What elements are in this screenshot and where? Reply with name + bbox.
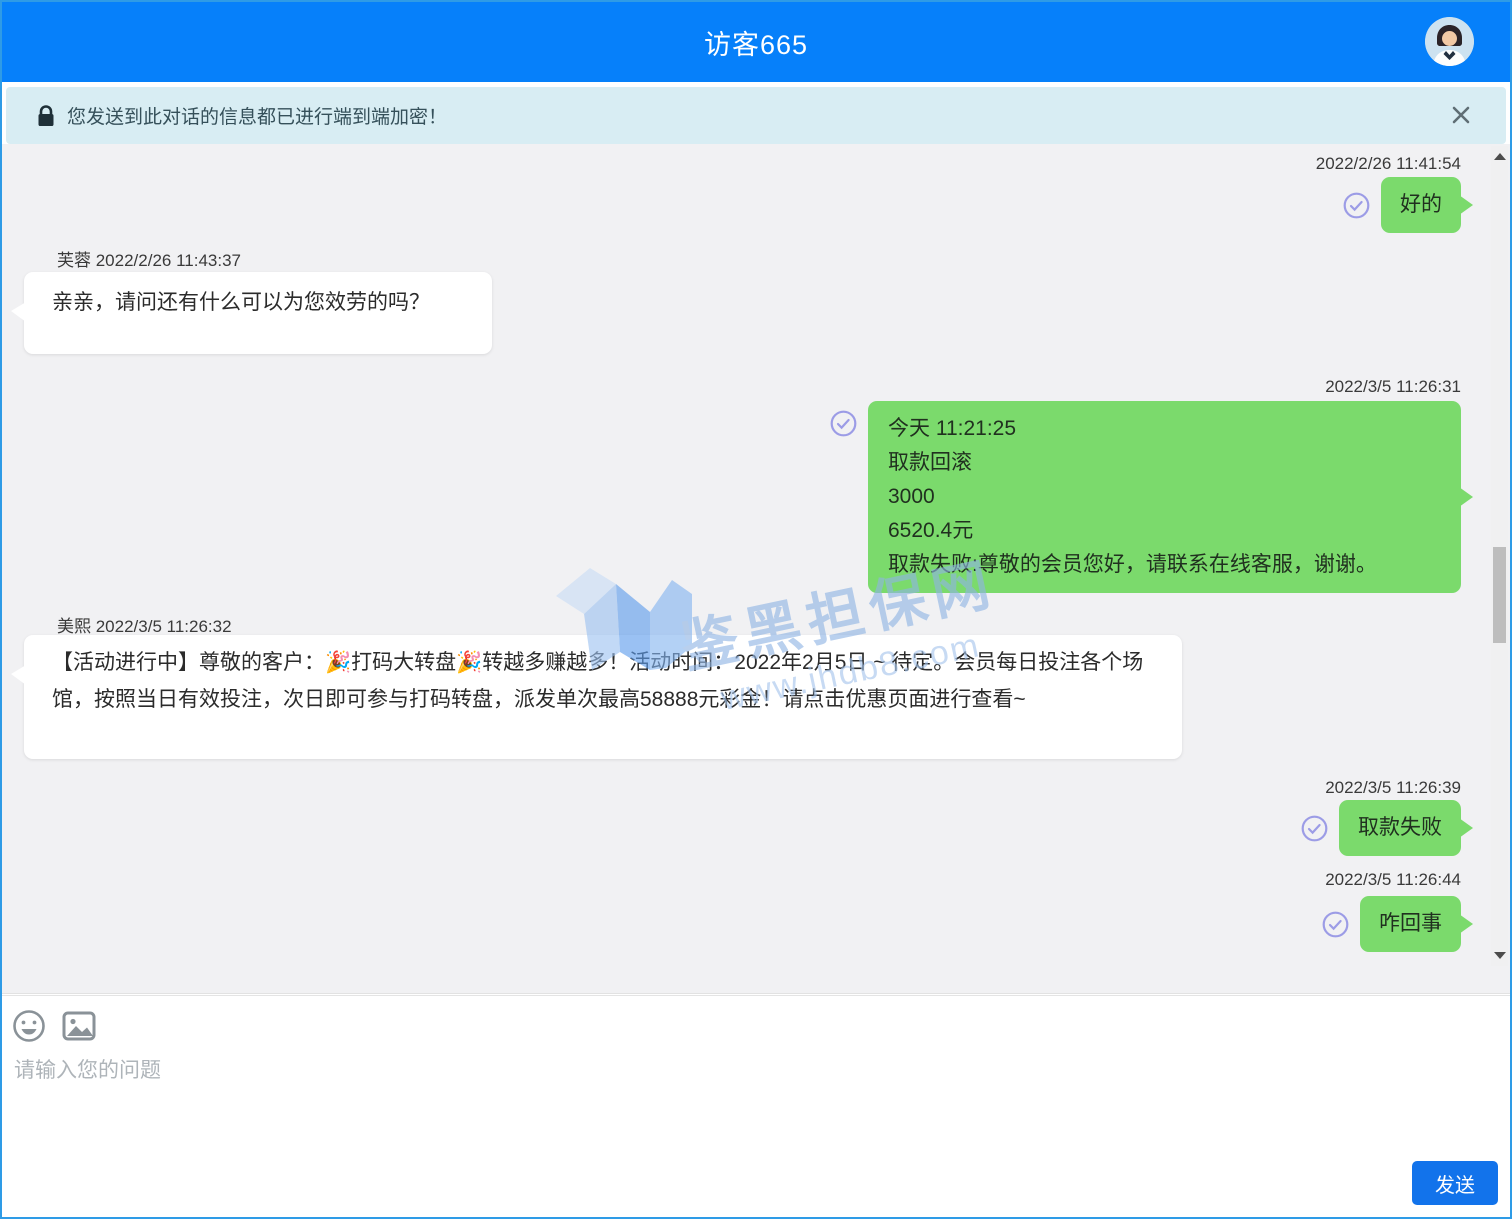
sender-label: 芙蓉 2022/2/26 11:43:37	[57, 246, 241, 271]
encryption-text: 您发送到此对话的信息都已进行端到端加密！	[67, 102, 447, 129]
outgoing-message: 咋回事	[1322, 896, 1461, 952]
message-timestamp: 2022/3/5 11:26:39	[1325, 778, 1461, 798]
composer: 发送	[2, 995, 1510, 1217]
lock-icon	[37, 105, 55, 127]
message-text: 3000	[888, 480, 1441, 514]
message-text: 亲亲，请问还有什么可以为您效劳的吗？	[52, 291, 430, 314]
emoji-icon[interactable]	[12, 1009, 46, 1043]
message-bubble: 好的	[1381, 177, 1461, 233]
message-bubble: 咋回事	[1360, 896, 1461, 952]
incoming-message-bubble: 亲亲，请问还有什么可以为您效劳的吗？	[24, 272, 492, 354]
message-bubble: 取款失败	[1339, 800, 1461, 856]
message-list[interactable]: 2022/2/26 11:41:54 好的 芙蓉 2022/2/26 11:43…	[2, 144, 1510, 994]
scroll-up-icon[interactable]	[1491, 148, 1508, 165]
agent-avatar-icon	[1425, 17, 1474, 66]
send-button[interactable]: 发送	[1412, 1161, 1498, 1205]
message-text: 6520.4元	[888, 514, 1441, 548]
sent-check-icon	[830, 410, 857, 437]
scrollbar-thumb[interactable]	[1493, 547, 1506, 643]
close-icon[interactable]	[1442, 96, 1480, 134]
sent-check-icon	[1343, 192, 1370, 219]
message-timestamp: 2022/3/5 11:26:44	[1325, 870, 1461, 890]
message-text: 取款失败	[1358, 811, 1442, 845]
message-timestamp: 2022/3/5 11:26:31	[1325, 377, 1461, 397]
message-text: 今天 11:21:25	[888, 412, 1441, 446]
chat-header: 访客665	[2, 2, 1510, 82]
chat-scrollbar[interactable]	[1491, 146, 1508, 966]
image-upload-icon[interactable]	[62, 1009, 96, 1043]
message-timestamp: 2022/2/26 11:41:54	[1316, 154, 1461, 174]
outgoing-message: 好的	[1343, 177, 1461, 233]
outgoing-message: 取款失败	[1301, 800, 1461, 856]
scroll-down-icon[interactable]	[1491, 947, 1508, 964]
encryption-banner: 您发送到此对话的信息都已进行端到端加密！	[6, 87, 1506, 144]
message-text: 【活动进行中】尊敬的客户：🎉打码大转盘🎉转越多赚越多！活动时间：2022年2月5…	[52, 651, 1143, 711]
visitor-title: 访客665	[704, 23, 808, 62]
message-text: 好的	[1400, 188, 1442, 222]
sender-label: 美熙 2022/3/5 11:26:32	[57, 612, 232, 637]
chat-window: 访客665 您发送到此对话的信息都已进行端到端加密！ 2022/2/26 11:	[0, 0, 1512, 1219]
agent-avatar	[1425, 17, 1474, 66]
message-text: 取款失败:尊敬的会员您好，请联系在线客服，谢谢。	[888, 548, 1441, 582]
message-bubble: 今天 11:21:25 取款回滚 3000 6520.4元 取款失败:尊敬的会员…	[868, 401, 1461, 593]
sent-check-icon	[1301, 815, 1328, 842]
message-text: 取款回滚	[888, 446, 1441, 480]
outgoing-message: 今天 11:21:25 取款回滚 3000 6520.4元 取款失败:尊敬的会员…	[830, 401, 1461, 593]
message-text: 咋回事	[1379, 907, 1442, 941]
message-input[interactable]	[14, 1054, 1334, 1194]
incoming-message-bubble: 【活动进行中】尊敬的客户：🎉打码大转盘🎉转越多赚越多！活动时间：2022年2月5…	[24, 635, 1182, 759]
sent-check-icon	[1322, 911, 1349, 938]
